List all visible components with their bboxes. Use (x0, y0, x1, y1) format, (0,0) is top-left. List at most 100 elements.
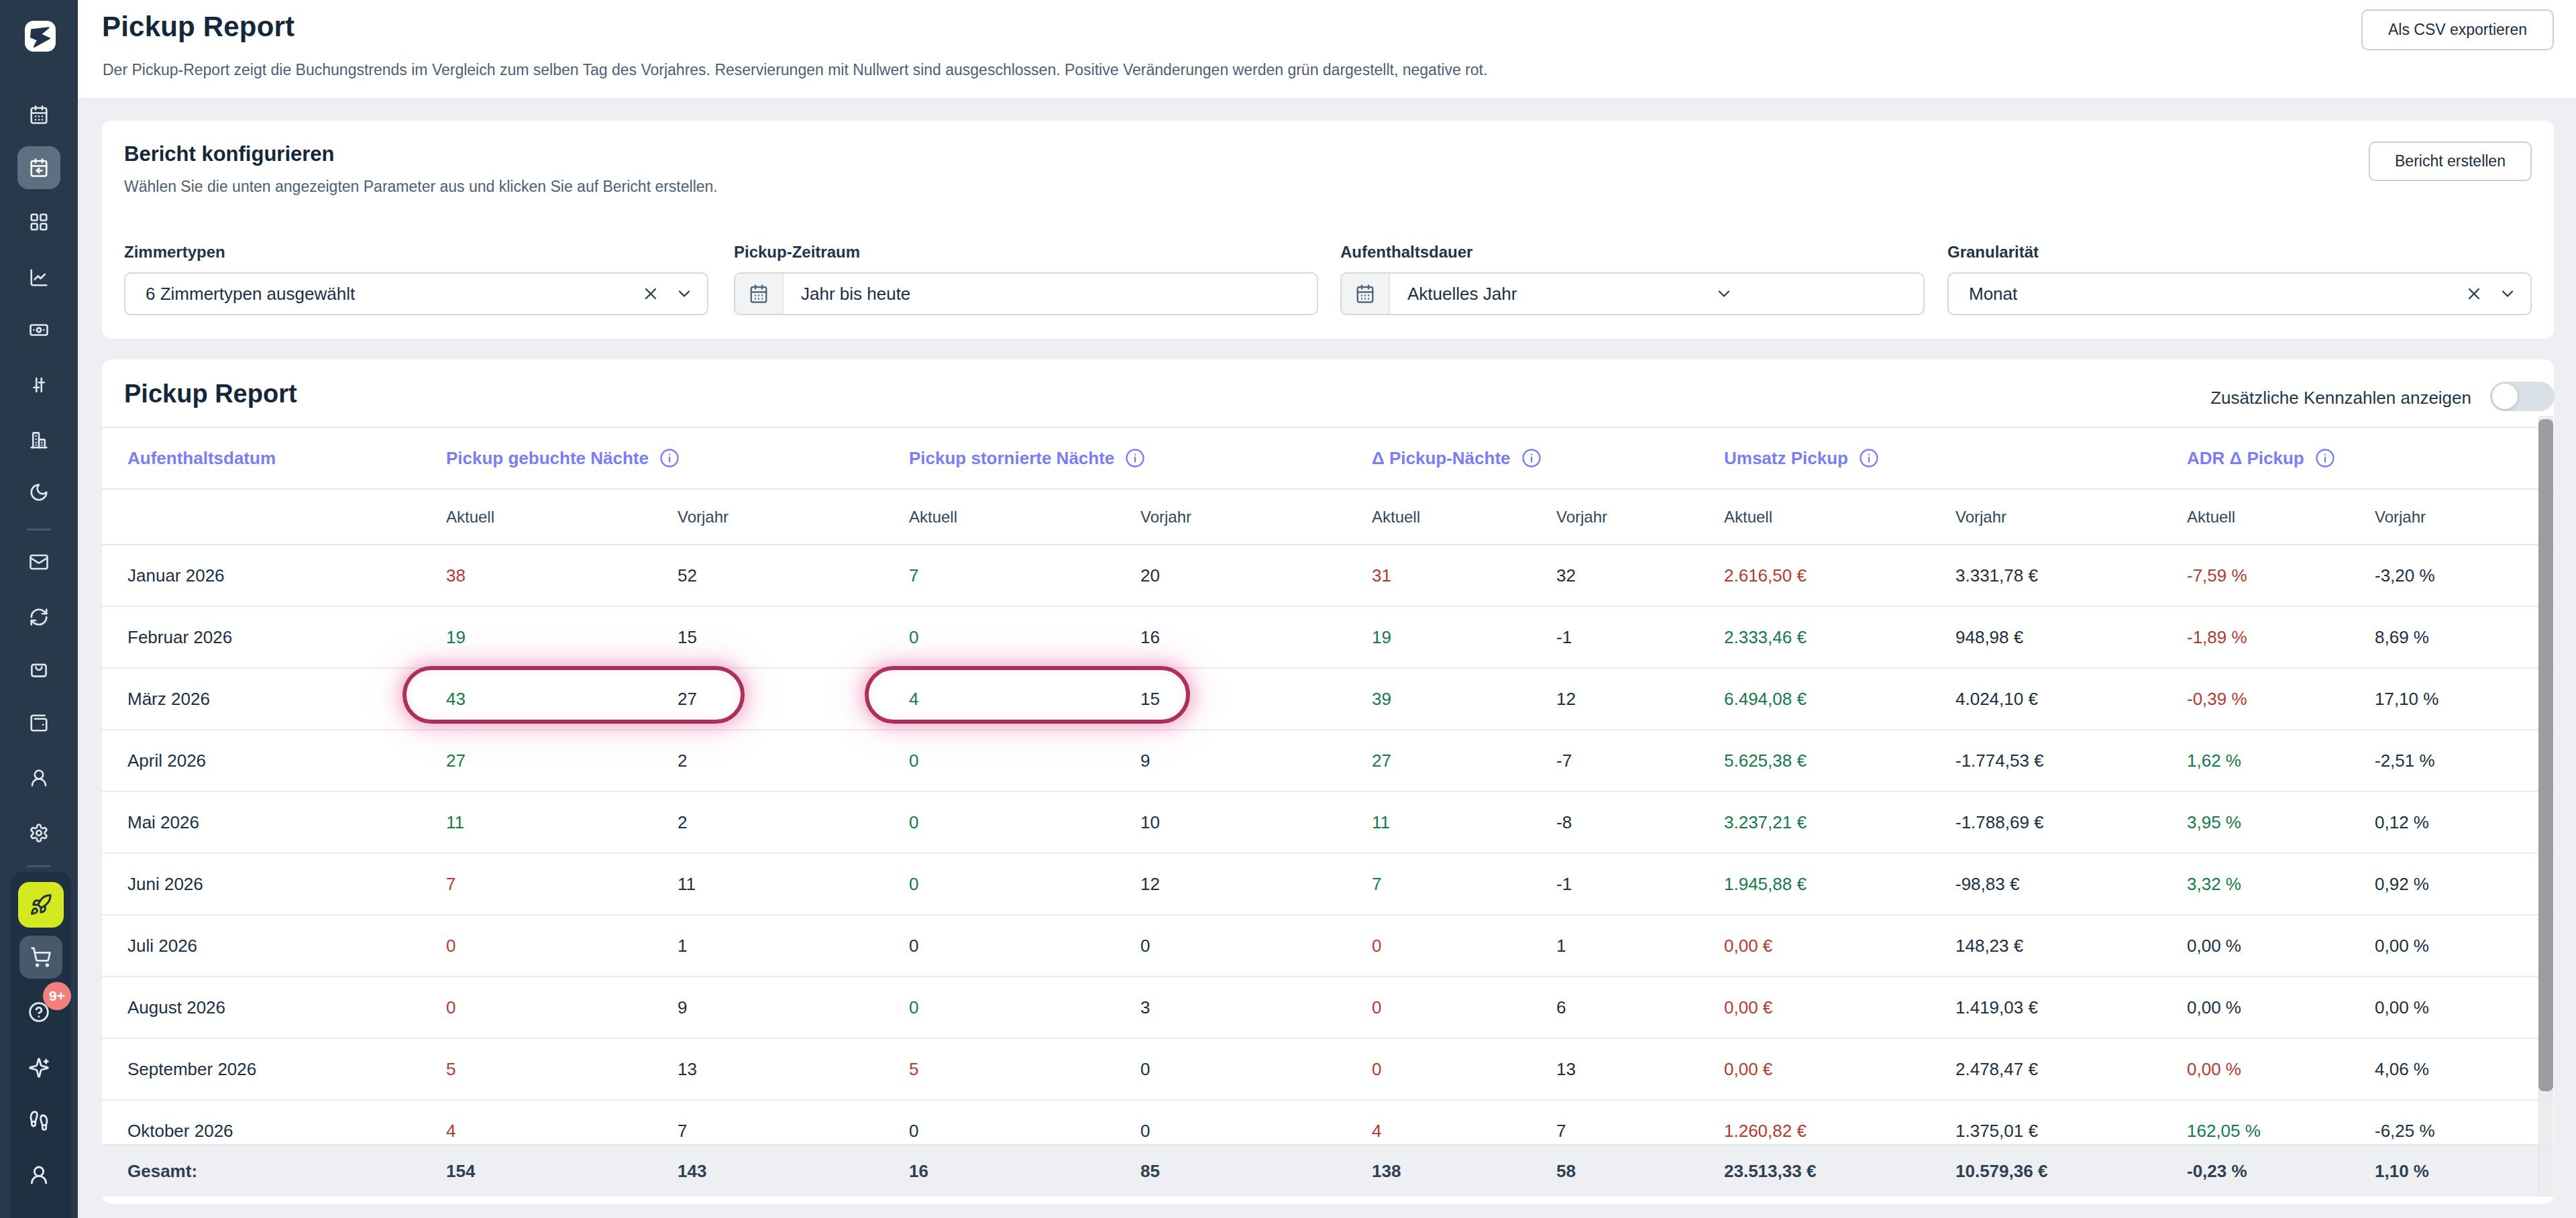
row-cell: 12 (1540, 689, 1707, 710)
row-cell: -7 (1540, 751, 1707, 771)
row-cell: 15 (661, 627, 892, 648)
create-report-button[interactable]: Bericht erstellen (2369, 142, 2532, 181)
row-cell: 0 (1124, 1121, 1355, 1142)
sidebar-item-payments[interactable] (17, 309, 60, 351)
sidebar-item-cart[interactable] (19, 936, 62, 979)
clear-icon[interactable] (641, 284, 660, 303)
calendar-icon (749, 284, 769, 304)
row-cell: 3.237,21 € (1707, 812, 1939, 833)
subheader-vorjahr: Vorjahr (2358, 508, 2554, 527)
report-card-title: Pickup Report (124, 380, 297, 408)
sidebar-item-analytics[interactable] (17, 256, 60, 299)
sidebar-item-shop[interactable] (17, 649, 60, 691)
calendar-icon (1355, 284, 1375, 304)
sidebar-item-wallet[interactable] (17, 702, 60, 744)
mail-icon (29, 552, 49, 572)
input-value: Monat (1949, 284, 2017, 304)
buildings-icon (29, 430, 49, 450)
row-cell: 11 (661, 874, 892, 895)
row-month: Juli 2026 (102, 936, 429, 956)
chevron-down-icon[interactable] (1715, 284, 1733, 303)
row-cell: 19 (429, 627, 661, 648)
column-group-1: Aufenthaltsdatum (102, 448, 429, 469)
total-cell: -0,23 % (2170, 1161, 2358, 1182)
sidebar-item-guests[interactable] (17, 757, 60, 799)
row-cell: 16 (1124, 627, 1355, 648)
info-icon[interactable] (1125, 448, 1145, 468)
sidebar-item-night-mode[interactable] (17, 471, 60, 514)
sidebar-item-preferences[interactable] (17, 364, 60, 406)
row-cell: -1.788,69 € (1939, 812, 2170, 833)
total-cell: 154 (429, 1161, 661, 1182)
sidebar-item-account[interactable] (17, 1154, 60, 1197)
row-cell: 4,06 % (2358, 1059, 2554, 1080)
row-cell: 19 (1355, 627, 1540, 648)
moon-icon (29, 482, 49, 502)
column-group-3[interactable]: Pickup stornierte Nächte (892, 448, 1355, 469)
sidebar-item-calendar[interactable] (17, 93, 60, 136)
info-icon[interactable] (659, 448, 680, 468)
column-group-6[interactable]: ADR Δ Pickup (2170, 448, 2554, 469)
sidebar-item-properties[interactable] (17, 419, 60, 461)
info-icon[interactable] (2315, 448, 2335, 468)
table-row: April 20262720927-75.625,38 €-1.774,53 €… (102, 730, 2554, 792)
sidebar-item-onboarding[interactable] (17, 1099, 60, 1142)
shopping-cart-icon (30, 946, 52, 968)
pickup-report-table: AufenthaltsdatumPickup gebuchte NächtePi… (102, 427, 2554, 1162)
row-cell: 17,10 % (2358, 689, 2554, 710)
clear-icon[interactable] (2465, 284, 2483, 303)
subheader-aktuell: Aktuell (892, 508, 1124, 527)
row-cell: 2.333,46 € (1707, 627, 1939, 648)
row-cell: 0,92 % (2358, 874, 2554, 895)
row-cell: 948,98 € (1939, 627, 2170, 648)
row-cell: 7 (661, 1121, 892, 1142)
app-logo[interactable] (25, 21, 56, 52)
row-cell: 0 (1355, 997, 1540, 1018)
row-cell: 4.024,10 € (1939, 689, 2170, 710)
info-icon[interactable] (1521, 448, 1542, 468)
column-group-5[interactable]: Umsatz Pickup (1707, 448, 2170, 469)
total-cell: 16 (892, 1161, 1124, 1182)
chevron-down-icon[interactable] (675, 284, 694, 303)
info-icon[interactable] (1859, 448, 1879, 468)
column-group-4[interactable]: Δ Pickup-Nächte (1355, 448, 1707, 469)
sidebar-item-magic[interactable] (17, 1046, 60, 1089)
row-cell: 0 (892, 812, 1124, 833)
sidebar-item-settings[interactable] (17, 812, 60, 854)
input-zimmertypen[interactable]: 6 Zimmertypen ausgewählt (124, 272, 708, 315)
input-aufenthaltsdauer[interactable]: Aktuelles Jahr (1340, 272, 1925, 315)
sliders-icon (29, 375, 49, 395)
sidebar-item-pickup-report[interactable] (17, 146, 60, 189)
row-cell: 31 (1355, 565, 1540, 586)
column-group-2[interactable]: Pickup gebuchte Nächte (429, 448, 892, 469)
export-csv-button[interactable]: Als CSV exportieren (2361, 9, 2554, 50)
row-month: September 2026 (102, 1059, 429, 1080)
row-cell: 3 (1124, 997, 1355, 1018)
table-row: Juni 20267110127-11.945,88 €-98,83 €3,32… (102, 854, 2554, 916)
row-cell: -1,89 % (2170, 627, 2358, 648)
sidebar-item-apps[interactable] (17, 201, 60, 243)
row-cell: 13 (1540, 1059, 1707, 1080)
additional-metrics-toggle[interactable] (2490, 382, 2555, 411)
sidebar-item-launch[interactable] (18, 882, 64, 928)
table-scrollbar-thumb[interactable] (2538, 419, 2553, 1091)
table-group-header-row: AufenthaltsdatumPickup gebuchte NächtePi… (102, 427, 2554, 490)
row-cell: -98,83 € (1939, 874, 2170, 895)
table-row: Mai 202611201011-83.237,21 €-1.788,69 €3… (102, 792, 2554, 854)
calendar-arrow-left-icon (29, 158, 49, 178)
subheader-aktuell: Aktuell (2170, 508, 2358, 527)
input-granularit-t[interactable]: Monat (1947, 272, 2532, 315)
row-cell: 0 (892, 1121, 1124, 1142)
chevron-down-icon[interactable] (2498, 284, 2517, 303)
row-month: Januar 2026 (102, 565, 429, 586)
column-group-label: Umsatz Pickup (1724, 448, 1848, 469)
row-month: Juni 2026 (102, 874, 429, 895)
input-pickup-zeitraum[interactable]: Jahr bis heute (734, 272, 1318, 315)
sidebar-item-sync[interactable] (17, 596, 60, 639)
row-cell: 7 (429, 874, 661, 895)
field-label-4: Granularität (1947, 243, 2039, 262)
row-cell: 0 (892, 627, 1124, 648)
row-cell: -1 (1540, 627, 1707, 648)
sidebar-item-mail[interactable] (17, 541, 60, 584)
subheader-aktuell: Aktuell (1355, 508, 1540, 527)
